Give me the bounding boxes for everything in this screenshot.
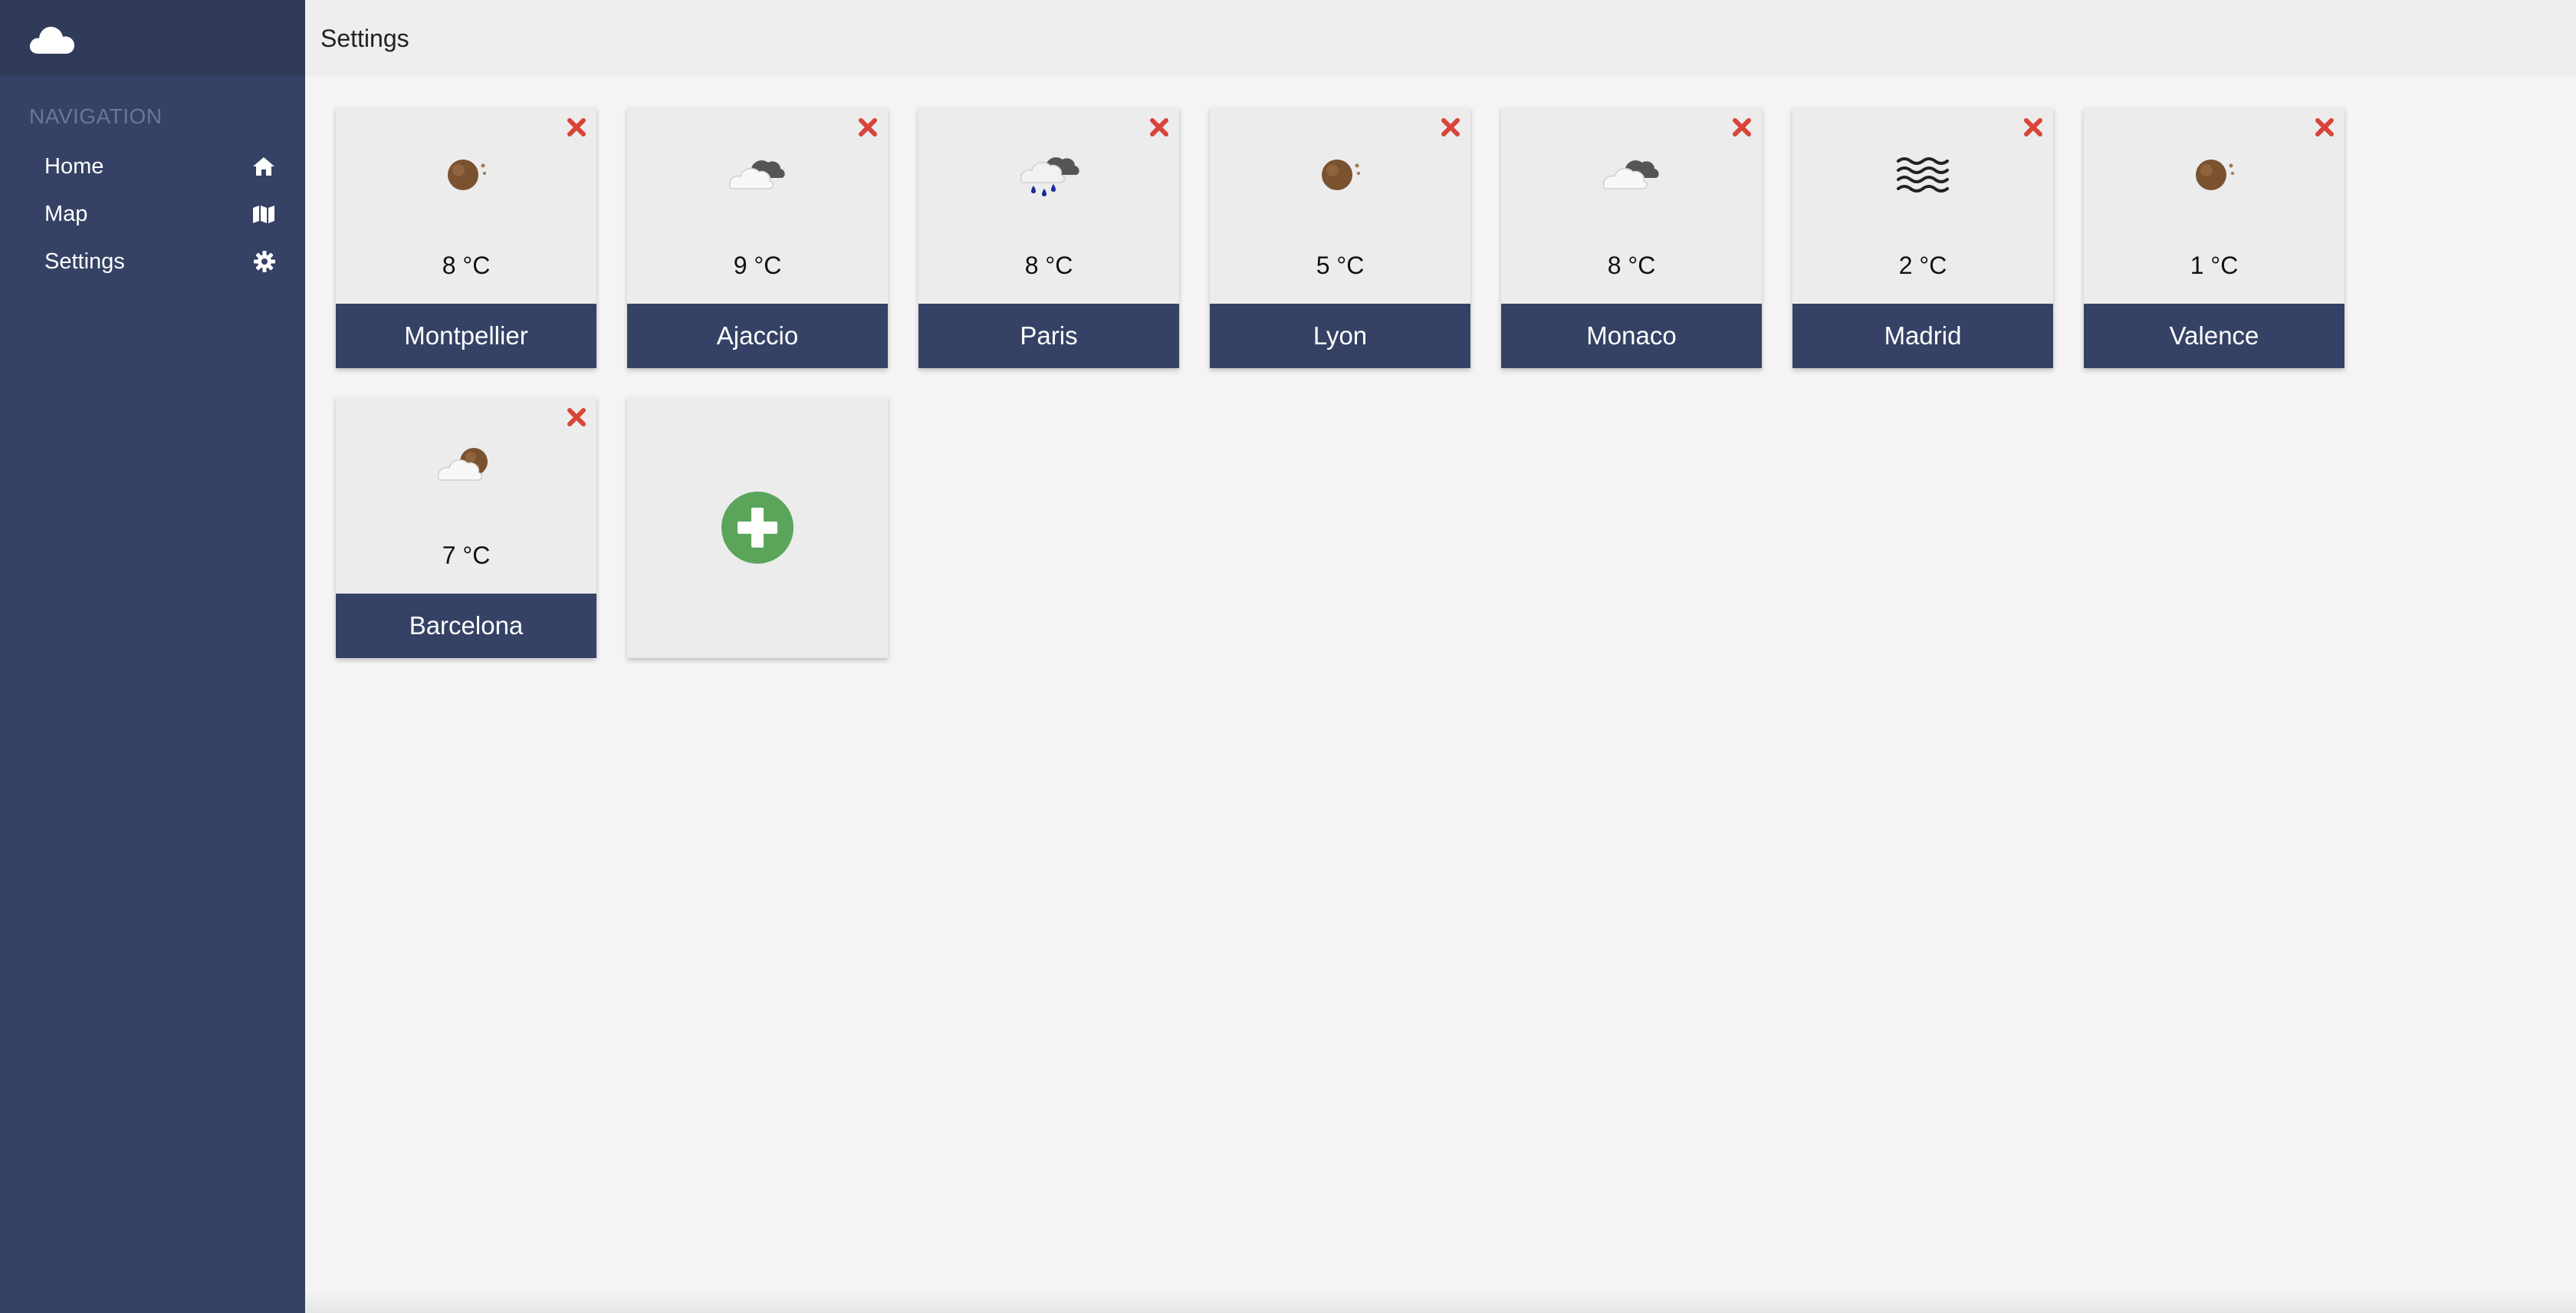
logo-bar xyxy=(0,0,305,77)
remove-city-icon[interactable] xyxy=(2312,115,2337,140)
city-name: Barcelona xyxy=(336,594,596,658)
city-temperature: 2 °C xyxy=(1898,252,1947,279)
city-cards: 8 °C Montpellier 9 °C Ajaccio 8 °C Paris… xyxy=(336,107,2544,658)
remove-city-icon[interactable] xyxy=(1438,115,1463,140)
city-name: Ajaccio xyxy=(627,304,888,368)
remove-city-icon[interactable] xyxy=(856,115,880,140)
remove-city-icon[interactable] xyxy=(1147,115,1171,140)
add-city-button[interactable] xyxy=(721,491,794,564)
city-temperature: 1 °C xyxy=(2190,252,2239,279)
city-temperature: 5 °C xyxy=(1316,252,1365,279)
city-temperature: 8 °C xyxy=(1024,252,1073,279)
city-name: Madrid xyxy=(1792,304,2053,368)
fog-icon xyxy=(1897,157,1949,193)
nav-heading: NAVIGATION xyxy=(29,104,163,128)
city-temperature: 8 °C xyxy=(442,252,491,279)
sidebar-item-label: Home xyxy=(44,153,104,179)
remove-city-icon[interactable] xyxy=(2021,115,2045,140)
add-city-card[interactable] xyxy=(627,397,888,658)
cloud-logo-icon[interactable] xyxy=(28,21,77,55)
night-clear-icon xyxy=(2196,160,2234,190)
city-card-madrid[interactable]: 2 °C Madrid xyxy=(1792,107,2053,368)
city-name: Paris xyxy=(918,304,1179,368)
cloud-icon xyxy=(728,160,785,189)
night-partly-cloudy-icon xyxy=(437,448,488,481)
city-name: Lyon xyxy=(1210,304,1470,368)
bottom-shade xyxy=(305,1290,2576,1313)
city-temperature: 9 °C xyxy=(733,252,782,279)
city-name: Monaco xyxy=(1501,304,1762,368)
city-card-barcelona[interactable]: 7 °C Barcelona xyxy=(336,397,596,658)
sidebar-item-map[interactable]: Map xyxy=(0,190,305,238)
home-icon xyxy=(253,157,274,176)
remove-city-icon[interactable] xyxy=(1730,115,1754,140)
map-icon xyxy=(253,206,274,223)
city-card-montpellier[interactable]: 8 °C Montpellier xyxy=(336,107,596,368)
city-name: Valence xyxy=(2084,304,2344,368)
city-card-monaco[interactable]: 8 °C Monaco xyxy=(1501,107,1762,368)
city-card-ajaccio[interactable]: 9 °C Ajaccio xyxy=(627,107,888,368)
gear-icon xyxy=(254,251,275,272)
night-clear-icon xyxy=(1322,160,1360,190)
cloud-icon xyxy=(1602,160,1659,189)
city-card-lyon[interactable]: 5 °C Lyon xyxy=(1210,107,1470,368)
city-card-paris[interactable]: 8 °C Paris xyxy=(918,107,1179,368)
rain-cloud-icon xyxy=(1020,157,1079,196)
remove-city-icon[interactable] xyxy=(564,115,589,140)
night-clear-icon xyxy=(448,160,486,190)
sidebar: NAVIGATION Home Map Settings xyxy=(0,0,305,1313)
city-card-valence[interactable]: 1 °C Valence xyxy=(2084,107,2344,368)
city-name: Montpellier xyxy=(336,304,596,368)
nav-list: Home Map Settings xyxy=(0,143,305,285)
page-title: Settings xyxy=(320,24,409,52)
sidebar-item-label: Settings xyxy=(44,248,125,274)
city-temperature: 7 °C xyxy=(442,541,491,569)
sidebar-item-home[interactable]: Home xyxy=(0,143,305,190)
sidebar-item-label: Map xyxy=(44,201,88,226)
sidebar-item-settings[interactable]: Settings xyxy=(0,238,305,285)
remove-city-icon[interactable] xyxy=(564,405,589,429)
city-temperature: 8 °C xyxy=(1607,252,1656,279)
top-bar: Settings xyxy=(305,0,2576,77)
